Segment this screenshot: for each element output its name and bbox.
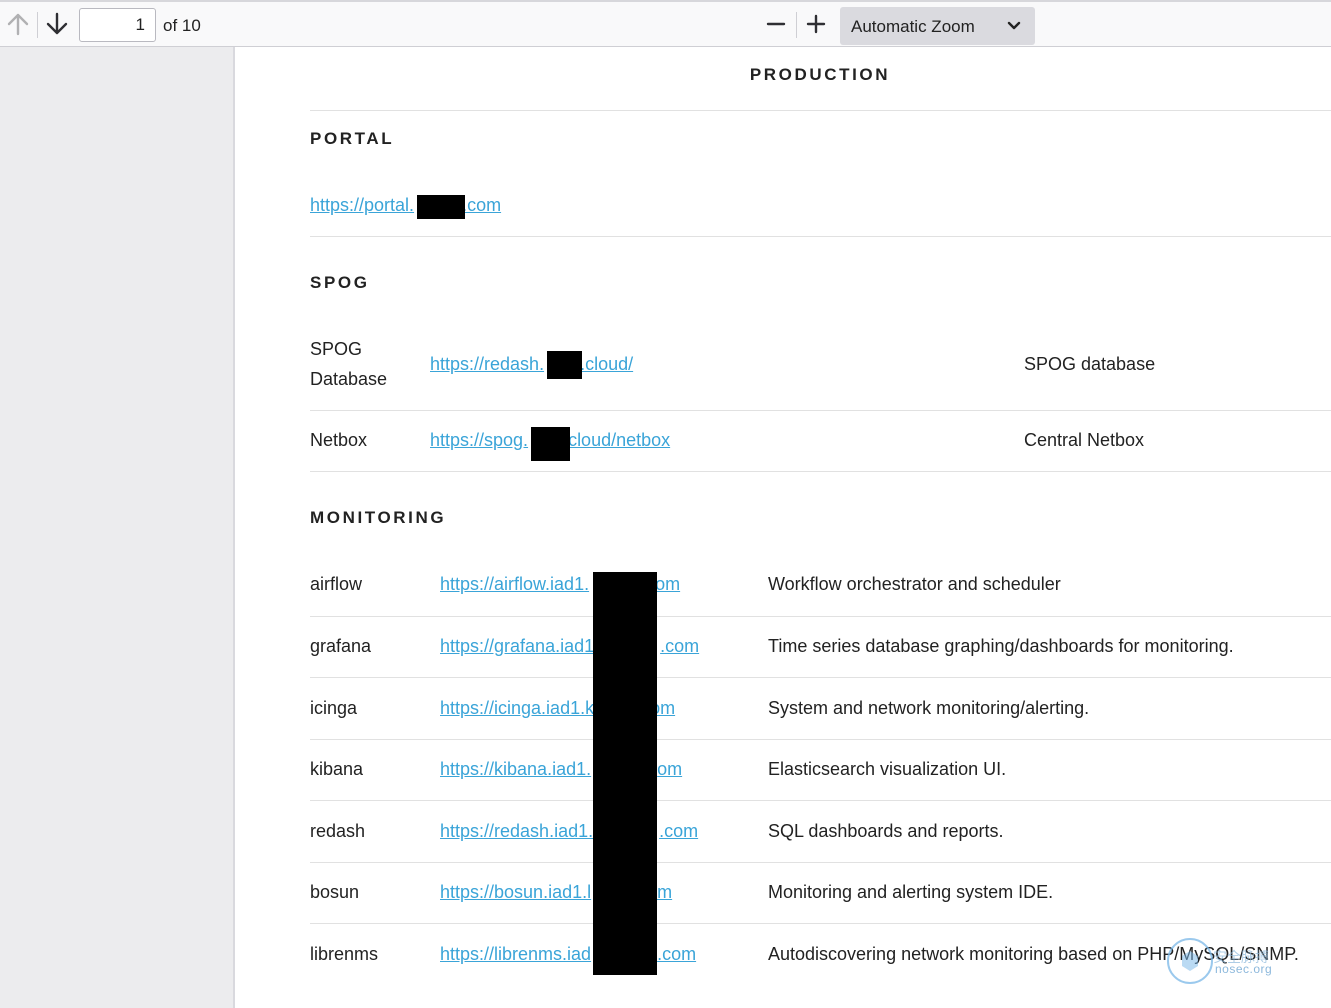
section-heading-monitoring: MONITORING (310, 508, 447, 527)
zoom-select-label: Automatic Zoom (851, 17, 975, 36)
redaction-box (593, 572, 657, 975)
monitoring-row-name: redash (310, 821, 366, 841)
chevron-down-icon (1007, 21, 1021, 30)
redaction-box (417, 195, 465, 219)
spog-database-link[interactable]: https://redash. .cloud/ (430, 354, 633, 375)
monitoring-row-description: SQL dashboards and reports. (768, 821, 1004, 841)
monitoring-row-description: Time series database graphing/dashboards… (768, 636, 1234, 656)
monitoring-row-name: librenms (310, 944, 379, 964)
previous-page-button[interactable] (2, 8, 34, 40)
divider (310, 410, 1331, 411)
pdf-toolbar: of 10 Automatic Zoom (0, 0, 1331, 47)
zoom-out-button[interactable] (760, 8, 792, 40)
watermark-logo-icon (1167, 938, 1213, 984)
monitoring-row-description: System and network monitoring/alerting. (768, 698, 1090, 718)
redash-link[interactable]: https://redash.iad1. .com (440, 821, 698, 842)
toolbar-separator (796, 12, 797, 38)
monitoring-row-description: Monitoring and alerting system IDE. (768, 882, 1054, 902)
monitoring-row-description: Elasticsearch visualization UI. (768, 759, 1007, 779)
redaction-box (531, 427, 570, 461)
spog-row-description: SPOG database (1024, 354, 1156, 374)
page-count-label: of 10 (163, 16, 201, 35)
document-title: PRODUCTION (749, 65, 891, 84)
spog-row-name: SPOG (310, 339, 363, 359)
page-number-input[interactable] (79, 8, 156, 42)
spog-row-description: Central Netbox (1024, 430, 1145, 450)
section-heading-spog: SPOG (310, 273, 370, 292)
monitoring-row-name: airflow (310, 574, 363, 594)
minus-icon (766, 22, 786, 26)
monitoring-row-name: icinga (310, 698, 358, 718)
spog-row-name: Netbox (310, 430, 368, 450)
spog-row-name: Database (310, 369, 388, 389)
divider (310, 110, 1331, 111)
section-heading-portal: PORTAL (310, 129, 395, 148)
redaction-box (547, 351, 582, 379)
monitoring-row-name: grafana (310, 636, 372, 656)
arrow-down-icon (46, 12, 68, 35)
monitoring-row-description: Workflow orchestrator and scheduler (768, 574, 1061, 594)
divider (310, 236, 1331, 237)
plus-icon (806, 14, 826, 34)
divider (310, 923, 1331, 924)
divider (310, 862, 1331, 863)
divider (310, 471, 1331, 472)
librenms-link[interactable]: https://librenms.iad .com (440, 944, 696, 965)
portal-link[interactable]: https://portal. .com (310, 195, 501, 216)
arrow-up-icon (7, 13, 29, 36)
document-page: PRODUCTION PORTAL https://portal. .com SP… (233, 47, 1331, 1008)
divider (310, 800, 1331, 801)
monitoring-row-name: bosun (310, 882, 360, 902)
grafana-link[interactable]: https://grafana.iad1 .com (440, 636, 699, 657)
zoom-select[interactable]: Automatic Zoom (840, 7, 1035, 45)
toolbar-separator (37, 12, 38, 38)
divider (310, 616, 1331, 617)
next-page-button[interactable] (41, 8, 73, 40)
watermark-text: nosec.org (1215, 962, 1273, 976)
divider (310, 739, 1331, 740)
monitoring-row-name: kibana (310, 759, 364, 779)
divider (310, 677, 1331, 678)
zoom-in-button[interactable] (800, 8, 832, 40)
